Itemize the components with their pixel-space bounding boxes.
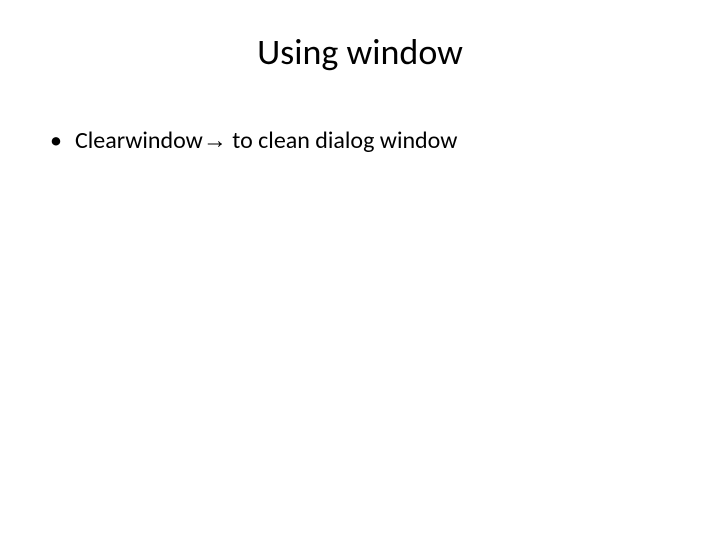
bullet-list: Clearwindow→ to clean dialog window [50,124,670,158]
arrow-icon: → [203,127,227,154]
bullet-text-before: Clearwindow [75,126,203,155]
bullet-text-after: to clean dialog window [227,126,458,155]
slide-title: Using window [50,30,670,74]
slide-container: Using window Clearwindow→ to clean dialo… [0,0,720,540]
bullet-item: Clearwindow→ to clean dialog window [50,124,670,158]
